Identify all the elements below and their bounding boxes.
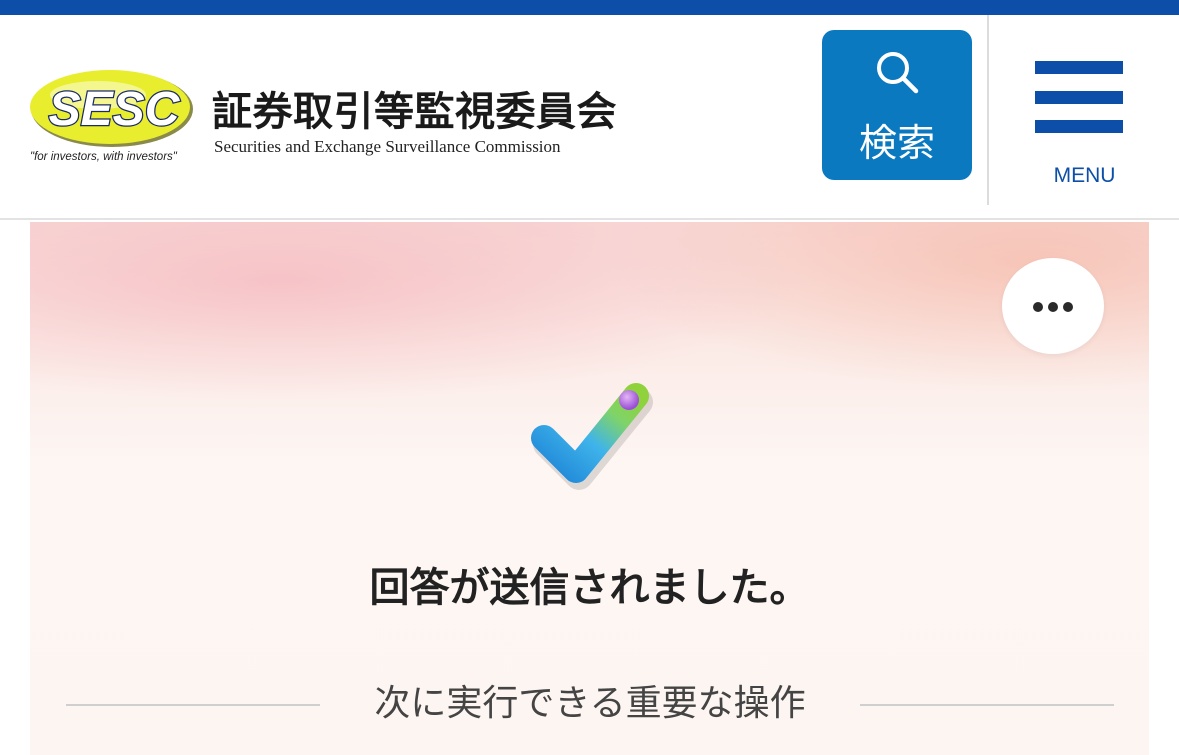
next-actions-heading: 次に実行できる重要な操作 [374,683,806,724]
sesc-logo-icon: SESC [30,70,193,147]
menu-bar-middle [1035,91,1123,104]
section-divider-right [860,704,1114,706]
menu-bar-bottom [1035,120,1123,133]
more-dot-1 [1033,302,1043,312]
logo-text: SESC [49,83,181,136]
header-divider [987,15,989,205]
menu-bar-top [1035,61,1123,74]
checkmark-icon [531,383,653,490]
org-name-english: Securities and Exchange Surveillance Com… [214,137,561,156]
more-dot-3 [1063,302,1073,312]
org-name-japanese: 証券取引等監視委員会 [212,89,617,135]
search-button[interactable]: 検索 [822,30,972,180]
form-confirmation-panel: 回答が送信されました。 次に実行できる重要な操作 [30,222,1149,755]
section-divider-left [66,704,320,706]
site-header: SESC "for investors, with investors" 証券取… [0,15,1179,220]
search-label: 検索 [858,121,935,165]
logo-tagline: "for investors, with investors" [30,151,177,163]
site-logo[interactable]: SESC "for investors, with investors" 証券取… [28,67,628,187]
more-dot-2 [1048,302,1058,312]
submission-success-title: 回答が送信されました。 [369,565,810,611]
menu-button[interactable]: MENU [1012,30,1157,200]
top-accent-bar [0,0,1179,15]
menu-label: MENU [1053,164,1116,187]
more-options-button[interactable] [1002,258,1104,354]
search-icon [877,52,919,94]
